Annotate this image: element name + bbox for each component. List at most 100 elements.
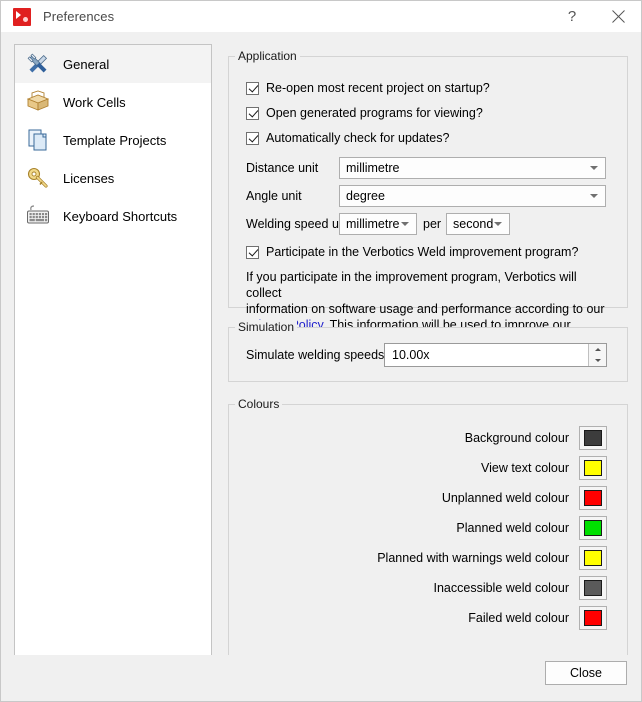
welding-speed-unit-select[interactable]: millimetre xyxy=(339,213,417,235)
colour-row-view-text: View text colour xyxy=(243,453,607,483)
keyboard-icon xyxy=(23,201,53,231)
sidebar-item-licenses[interactable]: Licenses xyxy=(15,159,211,197)
sidebar-item-general[interactable]: General xyxy=(15,45,211,83)
checkbox-box[interactable] xyxy=(246,245,259,259)
checkbox-box[interactable] xyxy=(246,106,259,120)
simulate-speed-value[interactable]: 10.00x xyxy=(385,348,588,362)
info-line-2: information on software usage and perfor… xyxy=(246,302,605,316)
colour-row-inaccessible-weld: Inaccessible weld colour xyxy=(243,573,607,603)
help-glyph: ? xyxy=(567,8,577,25)
colour-label: View text colour xyxy=(480,461,569,475)
angle-unit-label: Angle unit xyxy=(246,189,302,203)
checkbox-open-generated-programs[interactable]: Open generated programs for viewing? xyxy=(246,106,483,120)
colour-label: Background colour xyxy=(464,431,569,445)
settings-category-list[interactable]: General Work Cells Template Projects Lic… xyxy=(14,44,212,669)
simulate-speed-label: Simulate welding speeds at xyxy=(246,348,399,362)
chevron-down-icon xyxy=(401,222,409,226)
close-x-glyph xyxy=(611,10,625,23)
sidebar-item-work-cells[interactable]: Work Cells xyxy=(15,83,211,121)
simulation-group: Simulation Simulate welding speeds at 10… xyxy=(228,320,628,382)
checkbox-label: Open generated programs for viewing? xyxy=(266,106,483,120)
colour-swatch xyxy=(584,520,602,536)
title-bar: Preferences ? xyxy=(1,1,641,32)
colour-label: Planned weld colour xyxy=(456,521,569,535)
spinner-up-icon[interactable] xyxy=(589,344,606,355)
sidebar-item-label: General xyxy=(63,56,110,72)
close-button[interactable]: Close xyxy=(545,661,627,685)
preferences-dialog: Preferences ? General Work Cells Templat… xyxy=(0,0,642,702)
application-group: Application Re-open most recent project … xyxy=(228,49,628,348)
colour-label: Failed weld colour xyxy=(468,611,569,625)
application-group-title: Application xyxy=(235,49,300,63)
colour-row-planned-with-warnings: Planned with warnings weld colour xyxy=(243,543,607,573)
help-icon[interactable]: ? xyxy=(549,1,595,32)
colour-label: Planned with warnings weld colour xyxy=(377,551,569,565)
unplanned-weld-colour-swatch-button[interactable] xyxy=(579,486,607,510)
checkbox-box[interactable] xyxy=(246,131,259,145)
checkbox-improvement-program[interactable]: Participate in the Verbotics Weld improv… xyxy=(246,245,578,259)
welding-speed-per-value: second xyxy=(453,217,494,231)
tools-icon xyxy=(23,49,53,79)
colour-row-planned-weld: Planned weld colour xyxy=(243,513,607,543)
failed-weld-colour-swatch-button[interactable] xyxy=(579,606,607,630)
colour-swatch xyxy=(584,460,602,476)
sidebar-item-label: Template Projects xyxy=(63,132,167,148)
info-line-1: If you participate in the improvement pr… xyxy=(246,270,577,300)
angle-unit-value: degree xyxy=(346,189,385,203)
checkbox-reopen-recent-project[interactable]: Re-open most recent project on startup? xyxy=(246,81,490,95)
sidebar-item-template-projects[interactable]: Template Projects xyxy=(15,121,211,159)
colour-label: Unplanned weld colour xyxy=(441,491,569,505)
colour-row-unplanned-weld: Unplanned weld colour xyxy=(243,483,607,513)
settings-detail-pane: Application Re-open most recent project … xyxy=(228,44,628,669)
colour-swatch xyxy=(584,580,602,596)
checkbox-label: Re-open most recent project on startup? xyxy=(266,81,490,95)
colour-swatch xyxy=(584,550,602,566)
colour-row-background: Background colour xyxy=(243,423,607,453)
spinner-buttons[interactable] xyxy=(588,344,606,366)
chevron-down-icon xyxy=(494,222,502,226)
chevron-down-icon xyxy=(590,166,598,170)
window-title: Preferences xyxy=(43,9,115,24)
close-icon[interactable] xyxy=(595,1,641,32)
checkbox-auto-check-updates[interactable]: Automatically check for updates? xyxy=(246,131,449,145)
close-button-label: Close xyxy=(570,666,602,680)
planned-with-warnings-weld-colour-swatch-button[interactable] xyxy=(579,546,607,570)
distance-unit-label: Distance unit xyxy=(246,161,319,175)
verbotics-logo-icon xyxy=(13,7,31,26)
dialog-body: General Work Cells Template Projects Lic… xyxy=(1,32,641,669)
checkbox-label: Automatically check for updates? xyxy=(266,131,450,145)
background-colour-swatch-button[interactable] xyxy=(579,426,607,450)
angle-unit-select[interactable]: degree xyxy=(339,185,606,207)
colour-label: Inaccessible weld colour xyxy=(433,581,570,595)
window-controls: ? xyxy=(549,1,641,32)
colour-swatch xyxy=(584,430,602,446)
spinner-down-icon[interactable] xyxy=(589,355,606,366)
planned-weld-colour-swatch-button[interactable] xyxy=(579,516,607,540)
dialog-footer: Close xyxy=(1,655,641,701)
simulate-speed-spinbox[interactable]: 10.00x xyxy=(384,343,607,367)
colour-swatch xyxy=(584,490,602,506)
checkbox-box[interactable] xyxy=(246,81,259,95)
chevron-down-icon xyxy=(590,194,598,198)
distance-unit-value: millimetre xyxy=(346,161,400,175)
welding-speed-unit-label: Welding speed unit xyxy=(246,217,353,231)
checkbox-label: Participate in the Verbotics Weld improv… xyxy=(266,245,579,259)
key-icon xyxy=(23,163,53,193)
colour-row-failed-weld: Failed weld colour xyxy=(243,603,607,633)
sidebar-item-keyboard-shortcuts[interactable]: Keyboard Shortcuts xyxy=(15,197,211,235)
welding-speed-unit-value: millimetre xyxy=(346,217,400,231)
colours-group: Colours Background colour View text colo… xyxy=(228,397,628,656)
inaccessible-weld-colour-swatch-button[interactable] xyxy=(579,576,607,600)
simulation-group-title: Simulation xyxy=(235,320,298,334)
box-icon xyxy=(23,87,53,117)
sidebar-item-label: Work Cells xyxy=(63,94,126,110)
colour-swatch xyxy=(584,610,602,626)
sidebar-item-label: Licenses xyxy=(63,170,115,186)
welding-speed-per-label: per xyxy=(423,217,442,231)
sidebar-item-label: Keyboard Shortcuts xyxy=(63,208,178,224)
view-text-colour-swatch-button[interactable] xyxy=(579,456,607,480)
colours-group-title: Colours xyxy=(235,397,283,411)
distance-unit-select[interactable]: millimetre xyxy=(339,157,606,179)
documents-icon xyxy=(23,125,53,155)
welding-speed-per-select[interactable]: second xyxy=(446,213,510,235)
